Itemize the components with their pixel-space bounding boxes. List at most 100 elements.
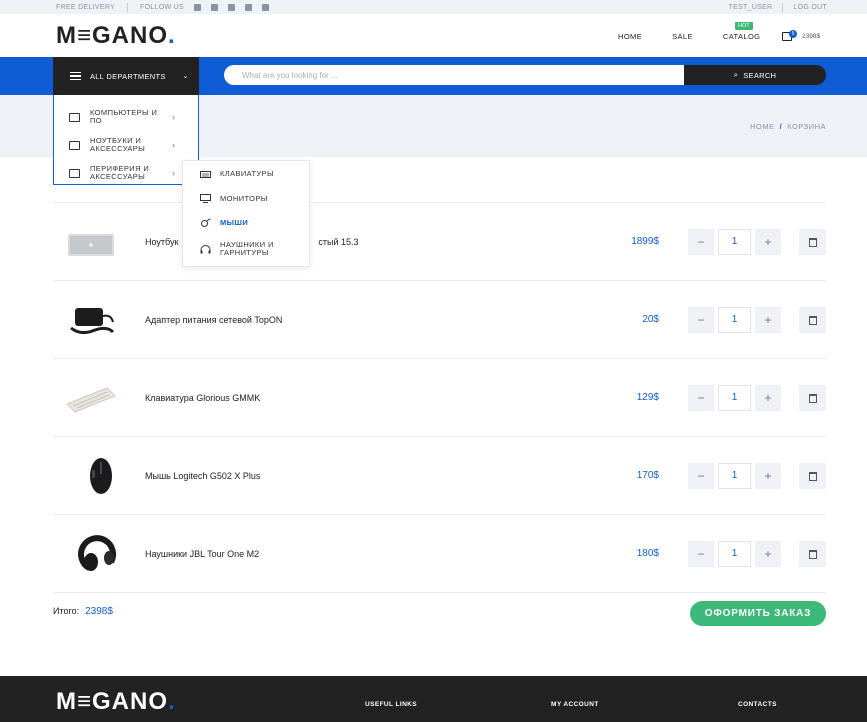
product-image[interactable] <box>65 532 117 574</box>
submenu-item-label: МОНИТОРЫ <box>220 193 268 203</box>
qty-minus-button[interactable]: − <box>688 307 714 333</box>
submenu-item-headphones[interactable]: НАУШНИКИ И ГАРНИТУРЫ <box>200 241 290 257</box>
twitter-icon[interactable] <box>210 4 218 11</box>
user-link[interactable]: TEST_USER <box>728 4 772 11</box>
product-image[interactable] <box>65 220 117 262</box>
quantity-stepper: − 1 + <box>688 463 781 489</box>
departments-menu: КОМПЬЮТЕРЫ И ПО › НОУТБУКИ И АКСЕССУАРЫ … <box>53 95 199 185</box>
submenu-item-label: КЛАВИАТУРЫ <box>220 168 275 178</box>
total-value: 2398$ <box>85 606 113 617</box>
top-bar-left: FREE DELIVERY FOLLOW US <box>56 3 269 12</box>
quantity-stepper: − 1 + <box>688 541 781 567</box>
menu-item-computers[interactable]: КОМПЬЮТЕРЫ И ПО › <box>69 109 175 125</box>
logo[interactable]: M≡GANO. <box>56 22 176 50</box>
logout-link[interactable]: LOG OUT <box>793 4 827 11</box>
qty-input[interactable]: 1 <box>718 307 751 333</box>
product-image[interactable] <box>65 454 117 496</box>
trash-icon <box>808 393 817 403</box>
qty-input[interactable]: 1 <box>718 463 751 489</box>
divider <box>127 3 129 12</box>
product-name[interactable]: Адаптер питания сетевой TopON <box>145 315 282 325</box>
product-price: 20$ <box>642 314 659 325</box>
menu-item-laptops[interactable]: НОУТБУКИ И АКСЕССУАРЫ › <box>69 136 175 153</box>
cart-count-badge: 5 <box>789 30 797 38</box>
chevron-right-icon: › <box>172 140 176 150</box>
product-price: 180$ <box>636 548 659 559</box>
email-icon[interactable] <box>261 4 269 11</box>
trash-icon <box>808 237 817 247</box>
submenu-item-keyboards[interactable]: КЛАВИАТУРЫ <box>200 169 274 178</box>
trash-icon <box>808 471 817 481</box>
chevron-right-icon: › <box>172 168 176 178</box>
qty-input[interactable]: 1 <box>718 385 751 411</box>
nav-catalog[interactable]: CATALOG <box>723 32 761 41</box>
qty-plus-button[interactable]: + <box>755 541 781 567</box>
main-nav: HOME SALE CATALOG <box>618 32 760 41</box>
search-icon: ⌕ <box>733 70 739 79</box>
qty-plus-button[interactable]: + <box>755 229 781 255</box>
search-bar: ALL DEPARTMENTS ⌄ ⌕ SEARCH <box>0 57 867 95</box>
menu-item-label: ПЕРИФЕРИЯ И АКСЕССУАРЫ <box>90 164 150 181</box>
qty-minus-button[interactable]: − <box>688 385 714 411</box>
qty-plus-button[interactable]: + <box>755 463 781 489</box>
linkedin-icon[interactable] <box>227 4 235 11</box>
product-name[interactable]: Клавиатура Glorious GMMK <box>145 393 260 403</box>
cart-row: Наушники JBL Tour One M2 180$ − 1 + <box>53 514 826 592</box>
footer-useful-links-heading: USEFUL LINKS <box>365 701 417 708</box>
breadcrumb: HOME / КОРЗИНА <box>750 122 826 131</box>
list-divider <box>53 592 826 593</box>
pinterest-icon[interactable] <box>244 4 252 11</box>
total-label: Итого: <box>53 606 80 616</box>
quantity-stepper: − 1 + <box>688 385 781 411</box>
keyboard-icon <box>200 171 211 178</box>
search-input[interactable] <box>224 65 686 85</box>
qty-plus-button[interactable]: + <box>755 307 781 333</box>
menu-item-label: НОУТБУКИ И АКСЕССУАРЫ <box>90 136 146 153</box>
nav-sale[interactable]: SALE <box>672 32 693 41</box>
all-departments-button[interactable]: ALL DEPARTMENTS ⌄ <box>53 57 199 95</box>
delete-button[interactable] <box>799 463 826 489</box>
top-bar: FREE DELIVERY FOLLOW US TEST_USER LOG OU… <box>0 0 867 14</box>
header: M≡GANO. HOME SALE CATALOG HOT 5 2398$ <box>0 14 867 57</box>
monitor-icon <box>200 194 211 203</box>
qty-minus-button[interactable]: − <box>688 541 714 567</box>
delete-button[interactable] <box>799 229 826 255</box>
cart-button[interactable]: 5 2398$ <box>782 30 820 41</box>
breadcrumb-separator: / <box>779 122 783 131</box>
delete-button[interactable] <box>799 541 826 567</box>
submenu-item-mice[interactable]: МЫШИ <box>200 218 248 227</box>
qty-minus-button[interactable]: − <box>688 463 714 489</box>
hot-badge: HOT <box>735 22 753 30</box>
qty-minus-button[interactable]: − <box>688 229 714 255</box>
product-price: 170$ <box>636 470 659 481</box>
laptop-icon <box>69 140 80 150</box>
all-departments-label: ALL DEPARTMENTS <box>90 71 166 81</box>
cart-row: Ноутбук стый 15.3 1899$ − 1 + <box>53 202 826 280</box>
trash-icon <box>808 549 817 559</box>
footer: M≡GANO. USEFUL LINKS MY ACCOUNT CONTACTS <box>0 676 867 722</box>
cart-row: Клавиатура Glorious GMMK 129$ − 1 + <box>53 358 826 436</box>
mouse-icon <box>201 218 211 227</box>
qty-plus-button[interactable]: + <box>755 385 781 411</box>
top-bar-right: TEST_USER LOG OUT <box>728 3 827 12</box>
product-name[interactable]: Наушники JBL Tour One M2 <box>145 549 259 559</box>
footer-logo[interactable]: M≡GANO. <box>56 688 176 716</box>
peripherals-icon <box>69 168 80 178</box>
product-image[interactable] <box>65 376 117 418</box>
facebook-icon[interactable] <box>193 4 201 11</box>
delete-button[interactable] <box>799 385 826 411</box>
qty-input[interactable]: 1 <box>718 541 751 567</box>
product-image[interactable] <box>65 298 117 340</box>
breadcrumb-home[interactable]: HOME <box>750 122 775 131</box>
delete-button[interactable] <box>799 307 826 333</box>
submenu-item-monitors[interactable]: МОНИТОРЫ <box>200 194 268 203</box>
search-button-label: SEARCH <box>743 70 777 80</box>
cart-row: Адаптер питания сетевой TopON 20$ − 1 + <box>53 280 826 358</box>
product-name[interactable]: Мышь Logitech G502 X Plus <box>145 471 260 481</box>
search-button[interactable]: ⌕ SEARCH <box>684 65 826 85</box>
checkout-button[interactable]: ОФОРМИТЬ ЗАКАЗ <box>690 601 826 626</box>
qty-input[interactable]: 1 <box>718 229 751 255</box>
cart-row: Мышь Logitech G502 X Plus 170$ − 1 + <box>53 436 826 514</box>
menu-item-peripherals[interactable]: ПЕРИФЕРИЯ И АКСЕССУАРЫ › <box>69 164 175 181</box>
nav-home[interactable]: HOME <box>618 32 642 41</box>
